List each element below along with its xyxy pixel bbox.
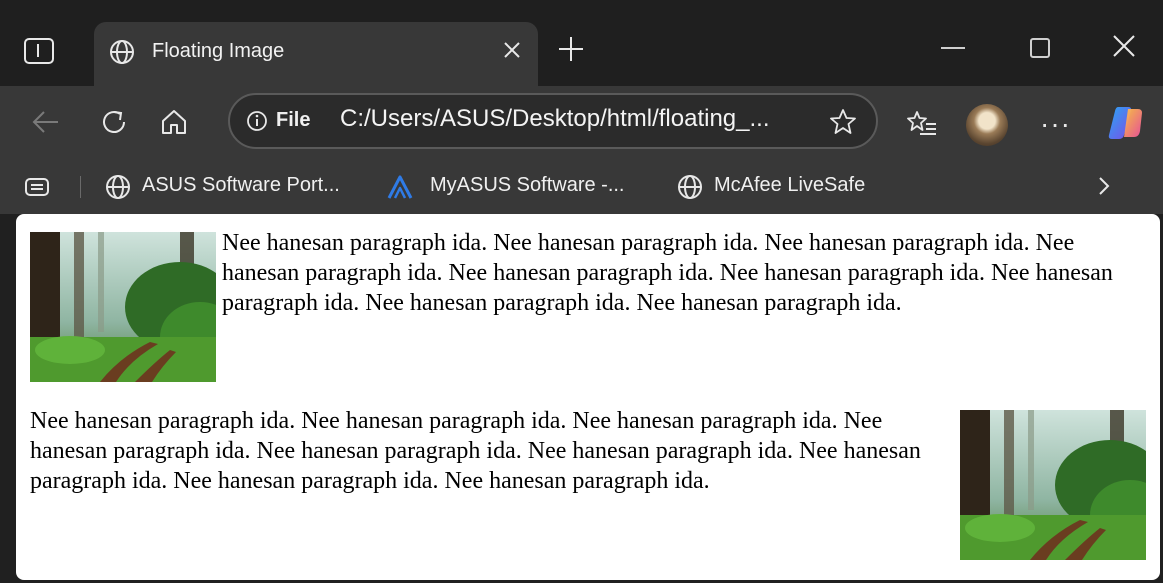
scheme-label: File bbox=[276, 109, 311, 131]
address-bar[interactable]: File C:/Users/ASUS/Desktop/html/floating… bbox=[228, 93, 878, 149]
info-icon[interactable] bbox=[246, 110, 268, 132]
more-options-icon[interactable]: ··· bbox=[1040, 108, 1071, 140]
url-text[interactable]: C:/Users/ASUS/Desktop/html/floating_... bbox=[340, 105, 770, 133]
forest-path-image bbox=[30, 232, 216, 382]
reading-list-icon[interactable] bbox=[24, 177, 50, 197]
browser-window: Floating Image File C:/Users/ASUS/Deskto… bbox=[0, 0, 1163, 583]
paragraph-with-right-image: Nee hanesan paragraph ida. Nee hanesan p… bbox=[30, 406, 1146, 560]
paragraph-text: Nee hanesan paragraph ida. Nee hanesan p… bbox=[222, 230, 1113, 316]
refresh-icon[interactable] bbox=[98, 106, 130, 138]
bookmarks-bar: ASUS Software Port... MyASUS Software -.… bbox=[0, 160, 1163, 214]
tab-actions-menu-icon[interactable] bbox=[24, 38, 54, 64]
close-window-icon[interactable] bbox=[1110, 32, 1138, 60]
home-icon[interactable] bbox=[158, 106, 190, 138]
title-bar: Floating Image bbox=[0, 0, 1163, 86]
bookmark-label: ASUS Software Port... bbox=[142, 174, 340, 196]
close-tab-icon[interactable] bbox=[498, 36, 526, 64]
chevron-right-icon[interactable] bbox=[1092, 174, 1116, 198]
page-content: Nee hanesan paragraph ida. Nee hanesan p… bbox=[30, 228, 1146, 580]
active-tab[interactable]: Floating Image bbox=[94, 22, 538, 86]
globe-icon bbox=[110, 40, 134, 64]
favorite-star-icon[interactable] bbox=[828, 107, 858, 137]
navigation-toolbar: File C:/Users/ASUS/Desktop/html/floating… bbox=[0, 86, 1163, 160]
bookmark-label: MyASUS Software -... bbox=[430, 174, 625, 196]
paragraph-text: Nee hanesan paragraph ida. Nee hanesan p… bbox=[30, 408, 921, 494]
copilot-icon[interactable] bbox=[1104, 101, 1148, 145]
globe-icon bbox=[106, 175, 130, 199]
minimize-icon[interactable] bbox=[941, 47, 965, 49]
page-viewport: Nee hanesan paragraph ida. Nee hanesan p… bbox=[16, 214, 1160, 580]
favorites-list-icon[interactable] bbox=[906, 108, 938, 140]
bookmarks-divider bbox=[80, 176, 81, 198]
maximize-icon[interactable] bbox=[1030, 38, 1050, 58]
paragraph-with-left-image: Nee hanesan paragraph ida. Nee hanesan p… bbox=[30, 228, 1146, 382]
forest-path-image bbox=[960, 410, 1146, 560]
back-arrow-icon[interactable] bbox=[30, 106, 62, 138]
bookmark-label: McAfee LiveSafe bbox=[714, 174, 866, 196]
tab-title: Floating Image bbox=[152, 40, 285, 62]
globe-icon bbox=[678, 175, 702, 199]
myasus-logo-icon bbox=[387, 175, 413, 199]
profile-avatar[interactable] bbox=[966, 104, 1008, 146]
new-tab-icon[interactable] bbox=[556, 34, 586, 64]
